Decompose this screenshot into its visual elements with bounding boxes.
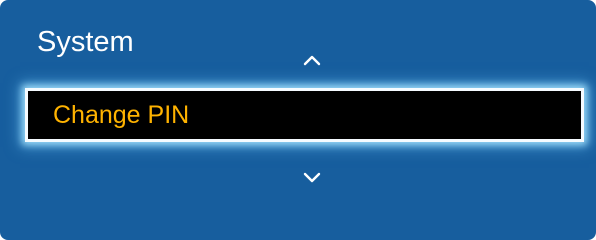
chevron-up-icon[interactable] [296,49,328,69]
menu-title: System [37,26,134,58]
chevron-down-icon-svg [303,172,321,183]
menu-item-label: Change PIN [53,101,190,129]
menu-item-change-pin[interactable]: Change PIN [25,88,584,142]
chevron-up-icon-svg [303,55,321,66]
chevron-down-icon[interactable] [296,168,328,188]
system-menu-panel: System Change PIN [0,0,596,240]
